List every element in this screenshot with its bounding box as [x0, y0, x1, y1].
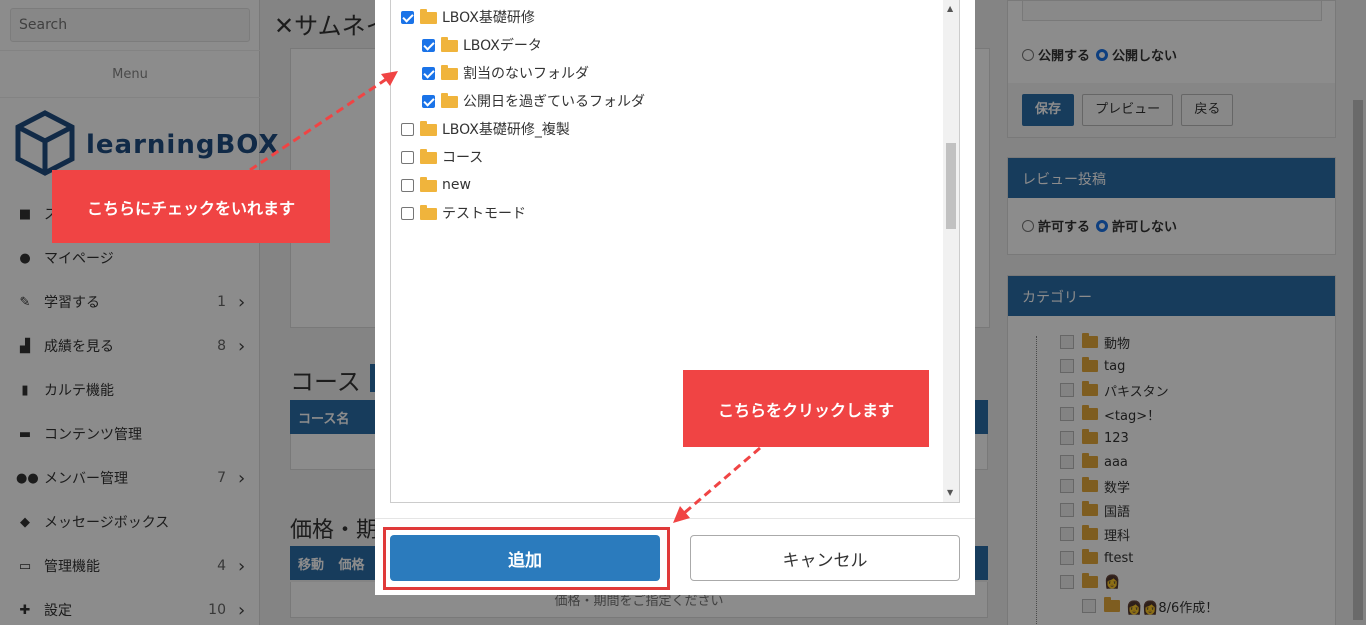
folder-icon: [441, 65, 458, 80]
folder-checkbox[interactable]: [401, 150, 414, 164]
check-callout: こちらにチェックをいれます: [52, 170, 330, 243]
tree-scrollbar-thumb[interactable]: [946, 143, 956, 229]
tree-item[interactable]: 公開日を過ぎているフォルダ: [422, 90, 645, 112]
tree-item-label: LBOX基礎研修_複製: [442, 122, 570, 138]
folder-checkbox[interactable]: [422, 38, 435, 52]
folder-checkbox[interactable]: [401, 122, 414, 136]
folder-select-modal: LBOX基礎研修 LBOXデータ 割当のないフォルダ 公開日を過ぎているフォルダ…: [375, 0, 975, 595]
tree-item-label: テストモード: [442, 206, 526, 222]
add-button-highlight: [383, 527, 670, 590]
folder-checkbox[interactable]: [422, 94, 435, 108]
click-callout: こちらをクリックします: [683, 370, 929, 447]
tree-item-label: コース: [442, 150, 484, 166]
scroll-down-icon[interactable]: ▼: [947, 488, 953, 497]
tree-item[interactable]: 割当のないフォルダ: [422, 62, 589, 84]
tree-item[interactable]: LBOXデータ: [422, 34, 542, 56]
tree-item-label: LBOXデータ: [463, 38, 542, 54]
folder-checkbox[interactable]: [401, 10, 414, 24]
scroll-up-icon[interactable]: ▲: [947, 4, 953, 13]
folder-icon: [420, 205, 437, 220]
tree-item-label: 公開日を過ぎているフォルダ: [463, 94, 645, 110]
folder-icon: [441, 93, 458, 108]
tree-item[interactable]: LBOX基礎研修_複製: [401, 118, 570, 140]
folder-checkbox[interactable]: [422, 66, 435, 80]
folder-icon: [420, 177, 437, 192]
tree-item[interactable]: コース: [401, 146, 483, 168]
folder-icon: [441, 37, 458, 52]
folder-checkbox[interactable]: [401, 206, 414, 220]
cancel-button[interactable]: キャンセル: [690, 535, 960, 581]
tree-item[interactable]: new: [401, 174, 471, 196]
folder-icon: [420, 9, 437, 24]
tree-item-label: LBOX基礎研修: [442, 10, 535, 26]
folder-checkbox[interactable]: [401, 178, 414, 192]
tree-item-label: new: [442, 177, 471, 193]
tree-item[interactable]: LBOX基礎研修: [401, 6, 535, 28]
tree-scrollbar[interactable]: ▲ ▼: [943, 0, 959, 502]
folder-icon: [420, 149, 437, 164]
folder-icon: [420, 121, 437, 136]
tree-item-label: 割当のないフォルダ: [463, 66, 589, 82]
tree-item[interactable]: テストモード: [401, 202, 526, 224]
